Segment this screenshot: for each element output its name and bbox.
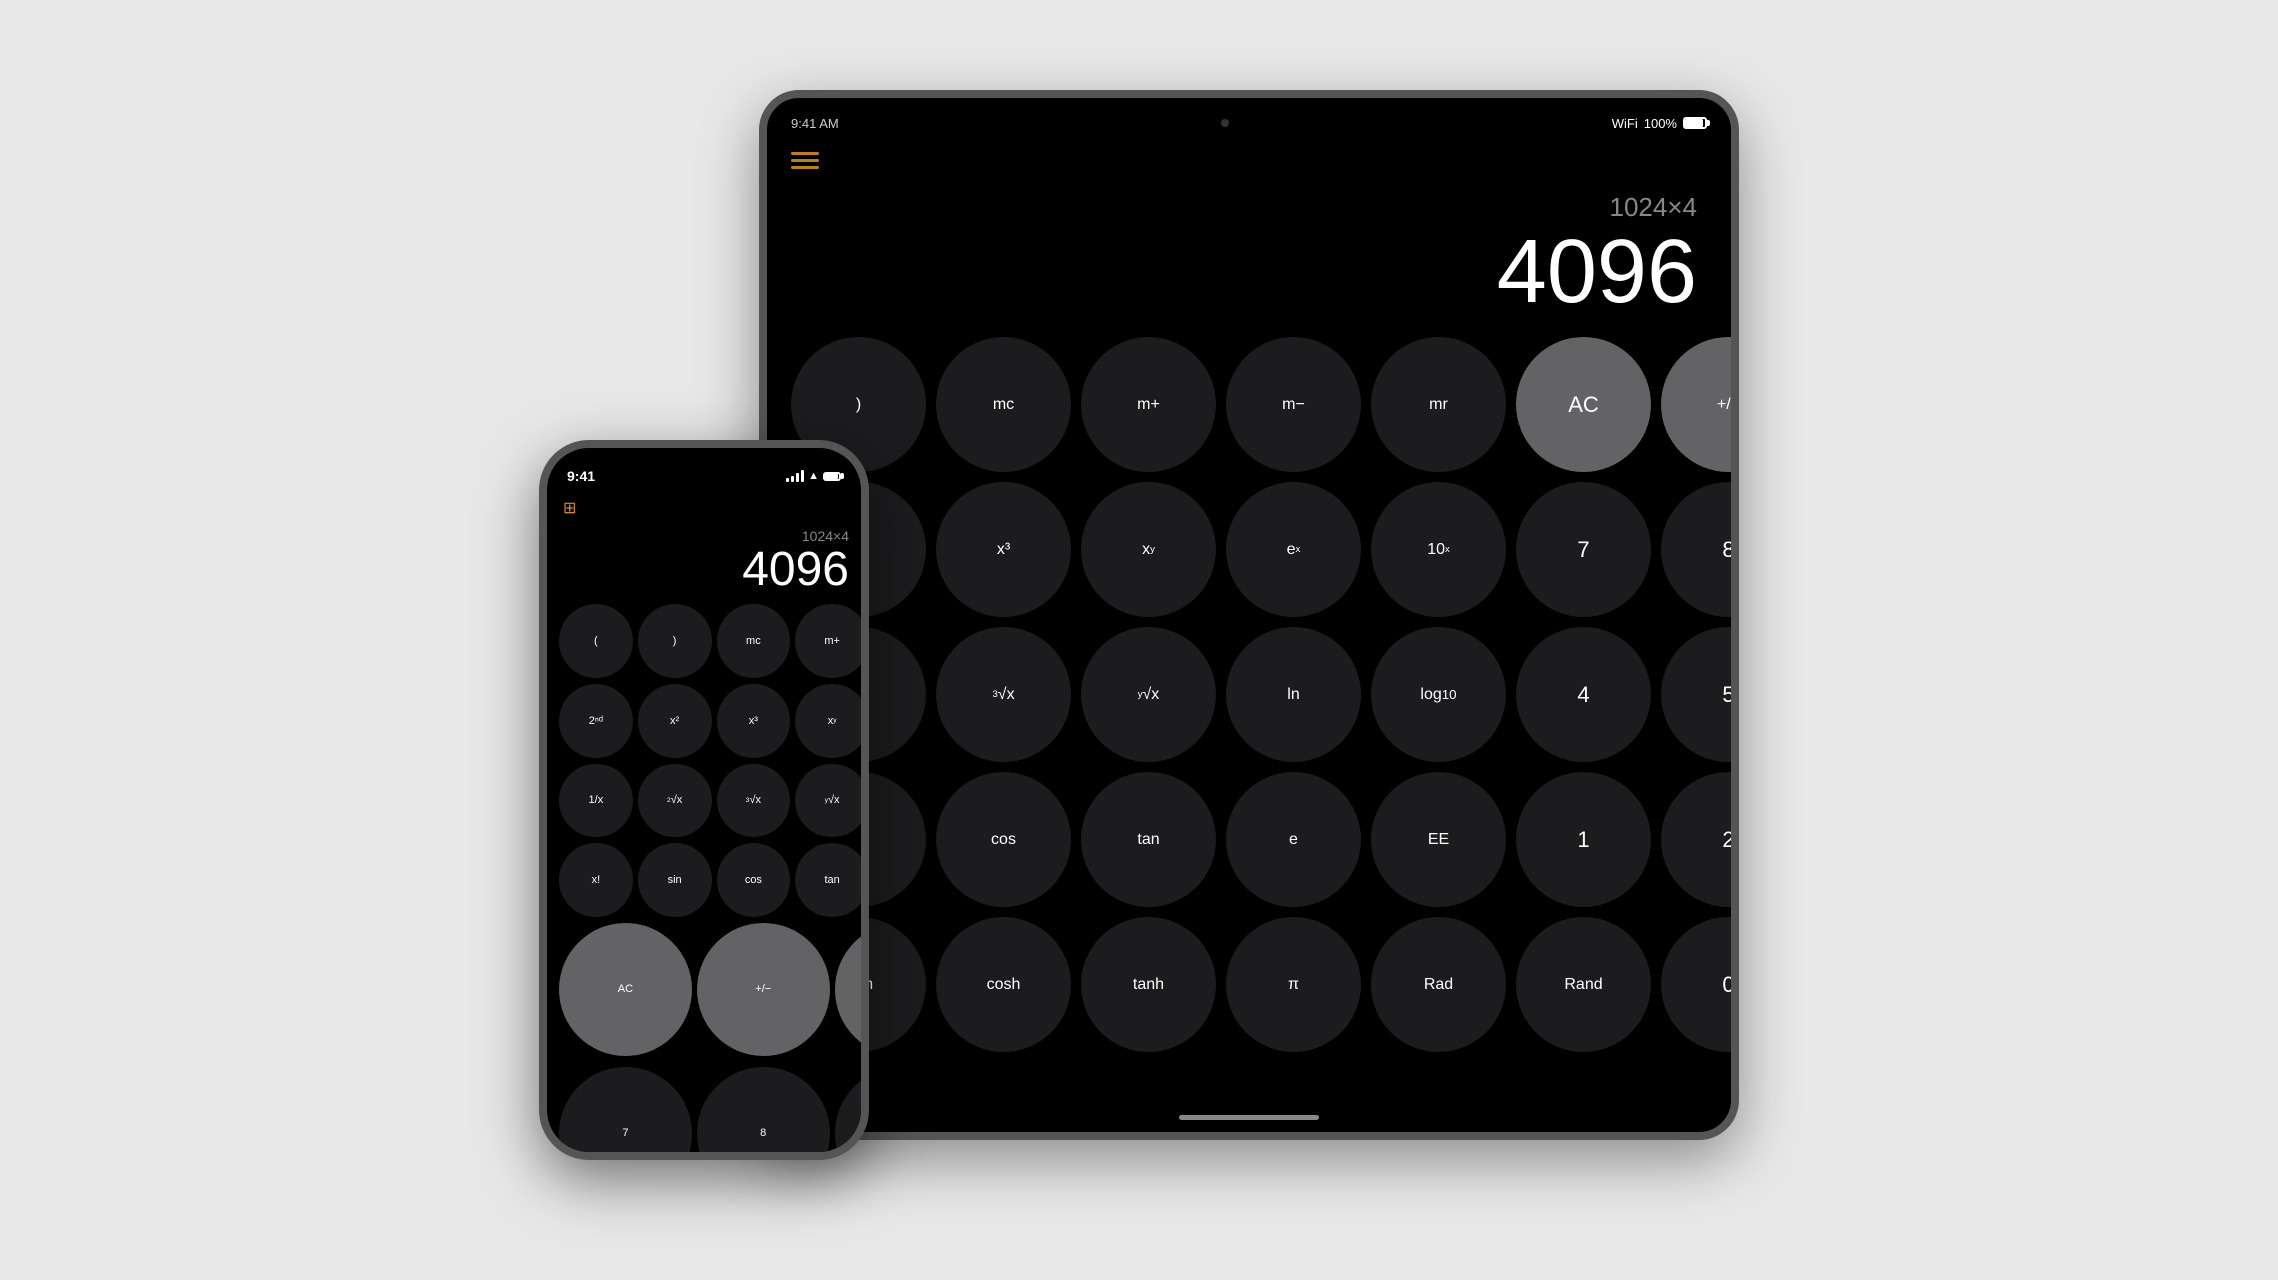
btn-10x[interactable]: 10x <box>1371 482 1506 617</box>
ipad-toolbar <box>767 142 1731 182</box>
iphone-sidebar-icon[interactable]: ⊞ <box>563 498 576 518</box>
ipad-status-right: WiFi 100% <box>1612 116 1707 131</box>
btn-0[interactable]: 0 <box>1661 917 1739 1052</box>
iphone-btn-sin[interactable]: sin <box>638 843 712 917</box>
iphone-wifi-icon: ▲ <box>808 470 819 482</box>
btn-rad[interactable]: Rad <box>1371 917 1506 1052</box>
ipad-wifi-label: WiFi <box>1612 116 1638 131</box>
iphone-row-3: 1/x 2√x 3√x y√x ln log₁₀ <box>559 764 869 838</box>
btn-1[interactable]: 1 <box>1516 772 1651 907</box>
iphone-btn-ac[interactable]: AC <box>559 923 692 1056</box>
btn-5[interactable]: 5 <box>1661 627 1739 762</box>
signal-bars-icon <box>786 470 804 482</box>
iphone-row-4: x! sin cos tan e EE Rad <box>559 843 869 917</box>
iphone-toolbar: ⊞ <box>547 492 861 524</box>
scene: 9:41 AM WiFi 100% 1024×4 4096 <box>539 90 1739 1190</box>
iphone-battery-icon <box>823 472 841 481</box>
iphone-device: 9:41 ▲ ⊞ 1024×4 4096 <box>539 440 869 1160</box>
ipad-status-bar: 9:41 AM WiFi 100% <box>767 98 1731 142</box>
btn-tan[interactable]: tan <box>1081 772 1216 907</box>
iphone-btn-mc[interactable]: mc <box>717 604 791 678</box>
btn-mplus[interactable]: m+ <box>1081 337 1216 472</box>
ipad-result: 4096 <box>791 227 1707 317</box>
ipad-row-5: sinh cosh tanh π Rad Rand 0 . = <box>791 917 1739 1052</box>
btn-xy[interactable]: xy <box>1081 482 1216 617</box>
iphone-btn-paren-close[interactable]: ) <box>638 604 712 678</box>
iphone-btn-sqrty[interactable]: y√x <box>795 764 869 838</box>
btn-sqrty[interactable]: y√x <box>1081 627 1216 762</box>
ipad-row-4: sin cos tan e EE 1 2 3 + <box>791 772 1739 907</box>
btn-x3[interactable]: x³ <box>936 482 1071 617</box>
ipad-device: 9:41 AM WiFi 100% 1024×4 4096 <box>759 90 1739 1140</box>
iphone-status-bar: 9:41 ▲ <box>547 448 861 492</box>
iphone-btn-1x[interactable]: 1/x <box>559 764 633 838</box>
btn-2[interactable]: 2 <box>1661 772 1739 907</box>
btn-8[interactable]: 8 <box>1661 482 1739 617</box>
iphone-expression: 1024×4 <box>559 528 849 544</box>
btn-log10[interactable]: log10 <box>1371 627 1506 762</box>
btn-tanh[interactable]: tanh <box>1081 917 1216 1052</box>
btn-mc[interactable]: mc <box>936 337 1071 472</box>
iphone-btn-mplus[interactable]: m+ <box>795 604 869 678</box>
iphone-btn-sqrt3[interactable]: 3√x <box>717 764 791 838</box>
iphone-status-icons: ▲ <box>786 470 841 482</box>
ipad-display: 1024×4 4096 ) mc m+ m− mr AC +/− % ÷ <box>767 182 1731 1102</box>
btn-7[interactable]: 7 <box>1516 482 1651 617</box>
iphone-btn-sign[interactable]: +/− <box>697 923 830 1056</box>
ipad-expression: 1024×4 <box>791 192 1707 223</box>
ipad-row-3: 2√x 3√x y√x ln log10 4 5 6 − <box>791 627 1739 762</box>
ipad-row-2: x² x³ xy ex 10x 7 8 9 × <box>791 482 1739 617</box>
iphone-btn-tan[interactable]: tan <box>795 843 869 917</box>
iphone-btn-percent[interactable]: % <box>835 923 869 1056</box>
iphone-btn-paren-open[interactable]: ( <box>559 604 633 678</box>
ipad-home-indicator <box>1179 1115 1319 1120</box>
iphone-btn-sqrt2[interactable]: 2√x <box>638 764 712 838</box>
ipad-battery-icon <box>1683 117 1707 129</box>
iphone-button-grid: ( ) mc m+ m− mr 2ⁿᵈ x² x³ xy ex 10x log <box>559 604 849 1160</box>
iphone-result: 4096 <box>559 546 849 594</box>
btn-mr[interactable]: mr <box>1371 337 1506 472</box>
iphone-btn-9[interactable]: 9 <box>835 1067 869 1160</box>
iphone-btn-7[interactable]: 7 <box>559 1067 692 1160</box>
btn-e[interactable]: e <box>1226 772 1361 907</box>
iphone-btn-factorial[interactable]: x! <box>559 843 633 917</box>
iphone-row-6: 7 8 9 × <box>559 1067 869 1160</box>
btn-ac[interactable]: AC <box>1516 337 1651 472</box>
ipad-button-grid: ) mc m+ m− mr AC +/− % ÷ x² x³ xy ex <box>791 337 1707 1102</box>
btn-cosh[interactable]: cosh <box>936 917 1071 1052</box>
iphone-btn-x2[interactable]: x² <box>638 684 712 758</box>
iphone-btn-xy[interactable]: xy <box>795 684 869 758</box>
btn-ex[interactable]: ex <box>1226 482 1361 617</box>
btn-4[interactable]: 4 <box>1516 627 1651 762</box>
iphone-btn-2nd[interactable]: 2ⁿᵈ <box>559 684 633 758</box>
iphone-display: 1024×4 4096 ( ) mc m+ m− mr 2ⁿᵈ x² x³ <box>547 524 861 1160</box>
iphone-row-5: AC +/− % ÷ <box>559 923 869 1061</box>
ipad-row-1: ) mc m+ m− mr AC +/− % ÷ <box>791 337 1739 472</box>
btn-cos[interactable]: cos <box>936 772 1071 907</box>
btn-mminus[interactable]: m− <box>1226 337 1361 472</box>
iphone-row-1: ( ) mc m+ m− mr <box>559 604 869 678</box>
btn-pi[interactable]: π <box>1226 917 1361 1052</box>
iphone-btn-cos[interactable]: cos <box>717 843 791 917</box>
ipad-status-time: 9:41 AM <box>791 116 839 131</box>
btn-sign[interactable]: +/− <box>1661 337 1739 472</box>
btn-ee[interactable]: EE <box>1371 772 1506 907</box>
btn-rand[interactable]: Rand <box>1516 917 1651 1052</box>
iphone-time: 9:41 <box>567 468 595 484</box>
btn-ln[interactable]: ln <box>1226 627 1361 762</box>
ipad-camera <box>1221 119 1229 127</box>
btn-sqrt3[interactable]: 3√x <box>936 627 1071 762</box>
ipad-home-bar <box>767 1102 1731 1132</box>
iphone-btn-x3[interactable]: x³ <box>717 684 791 758</box>
iphone-row-2: 2ⁿᵈ x² x³ xy ex 10x log <box>559 684 869 758</box>
iphone-btn-8[interactable]: 8 <box>697 1067 830 1160</box>
sidebar-toggle-icon[interactable] <box>791 152 819 172</box>
ipad-battery-label: 100% <box>1644 116 1677 131</box>
